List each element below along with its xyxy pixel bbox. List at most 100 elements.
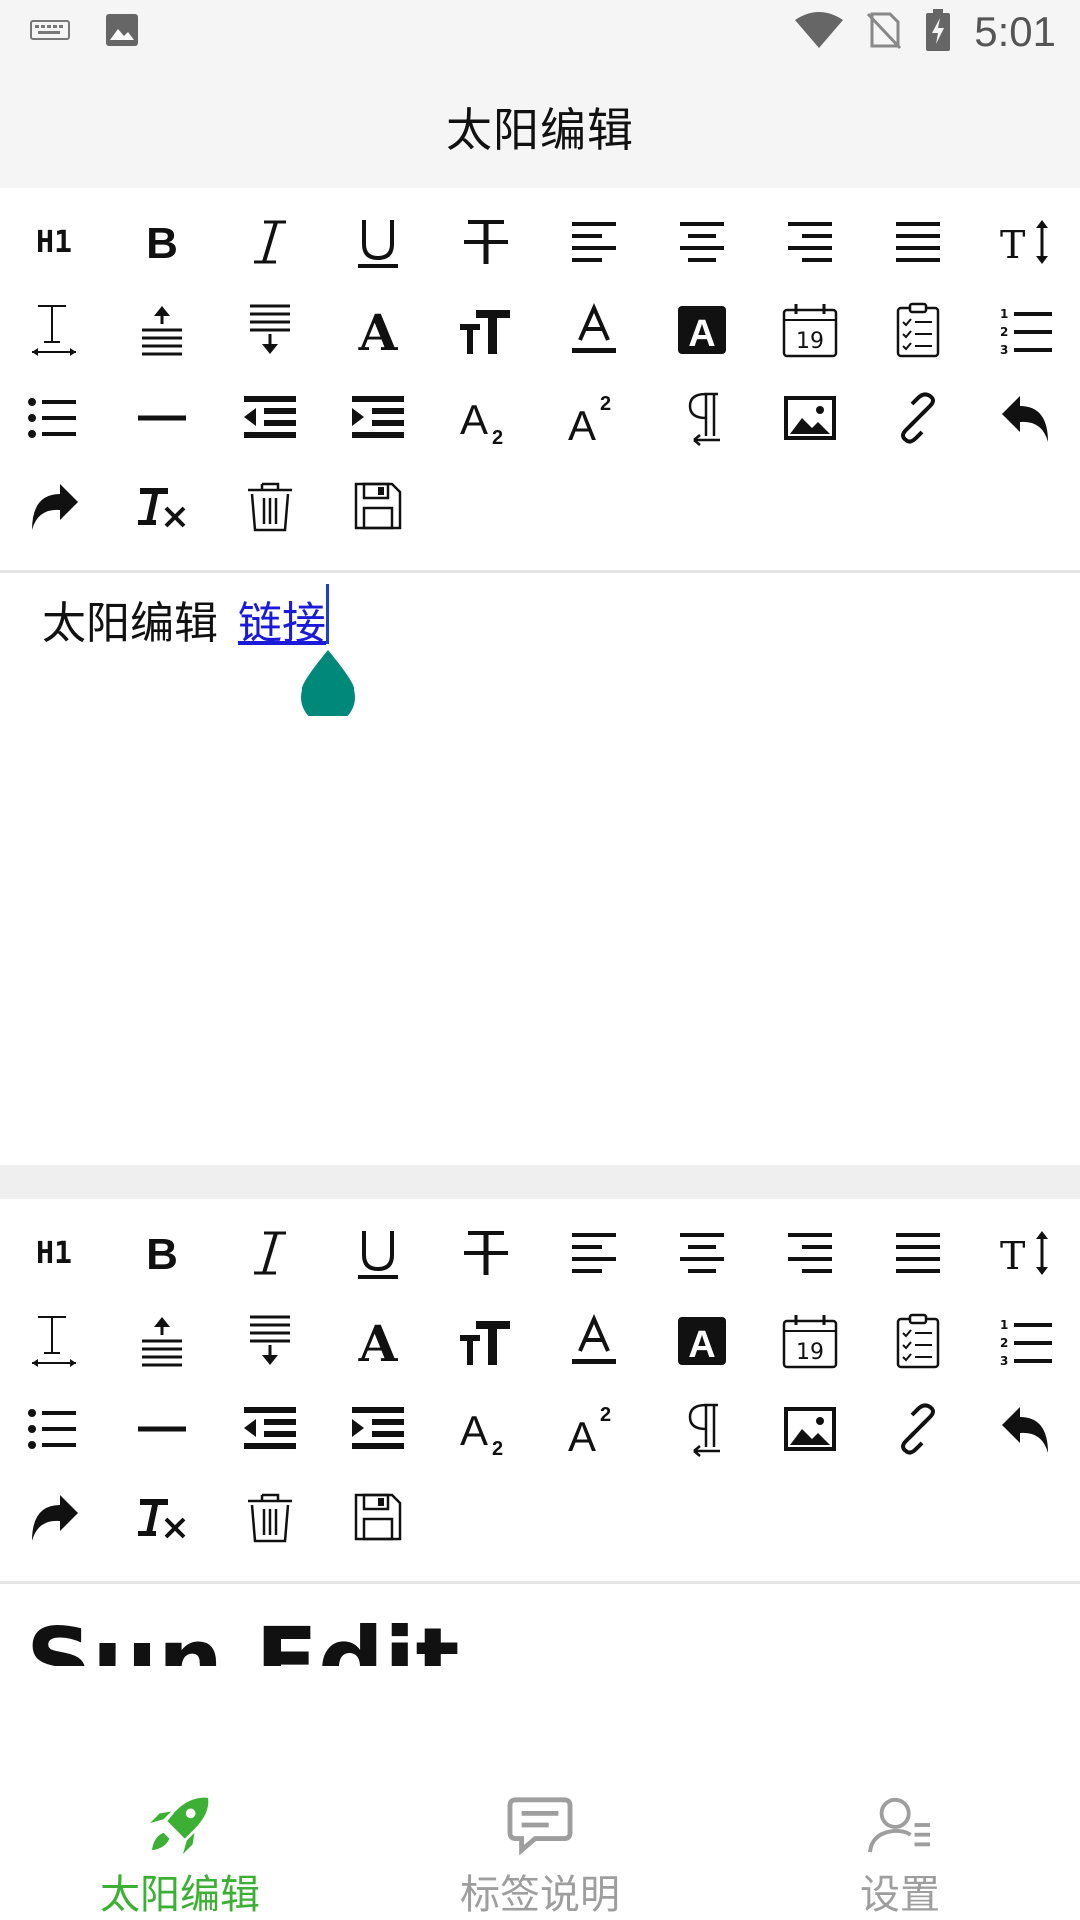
save-button[interactable] (338, 1477, 418, 1557)
h1-icon: H1 (36, 225, 72, 260)
indent-button[interactable] (338, 378, 418, 458)
superscript-button[interactable]: A2 (554, 378, 634, 458)
clear-format-button[interactable] (122, 1477, 202, 1557)
underline-button[interactable] (338, 1213, 418, 1293)
align-right-button[interactable] (770, 1213, 850, 1293)
calendar-button[interactable]: 19 (770, 1301, 850, 1381)
h1-icon: H1 (36, 1236, 72, 1271)
font-button[interactable]: A (338, 1301, 418, 1381)
redo-button[interactable] (14, 1477, 94, 1557)
line-spacing-down-icon (250, 1315, 290, 1365)
ordered-list-icon: 1 2 3 (1000, 1318, 1052, 1368)
text-width-button[interactable] (14, 1301, 94, 1381)
superscript-icon: A2 (568, 393, 611, 446)
text-width-button[interactable] (14, 290, 94, 370)
save-icon (354, 1493, 402, 1541)
italic-icon (254, 1231, 286, 1275)
nav-item-settings[interactable]: 设置 (720, 1770, 1080, 1920)
font-size-button[interactable] (446, 290, 526, 370)
svg-text:1: 1 (1000, 307, 1008, 321)
subscript-button[interactable]: A2 (446, 378, 526, 458)
insert-link-button[interactable] (878, 378, 958, 458)
clock: 5:01 (974, 8, 1056, 55)
line-spacing-up-button[interactable] (122, 290, 202, 370)
h1-button[interactable]: H1 (14, 202, 94, 282)
superscript-button[interactable]: A2 (554, 1389, 634, 1469)
redo-button[interactable] (14, 466, 94, 546)
underline-icon (358, 1231, 398, 1279)
nav-item-editor[interactable]: 太阳编辑 (0, 1770, 360, 1920)
calendar-icon: 19 (782, 304, 838, 358)
strikethrough-button[interactable] (446, 1213, 526, 1293)
bold-button[interactable]: B (122, 1213, 202, 1293)
bold-button[interactable]: B (122, 202, 202, 282)
text-color-button[interactable] (554, 290, 634, 370)
italic-button[interactable] (230, 1213, 310, 1293)
delete-button[interactable] (230, 466, 310, 546)
clipboard-checklist-icon (896, 1313, 940, 1369)
outdent-icon (244, 1407, 296, 1449)
clipboard-checklist-button[interactable] (878, 290, 958, 370)
align-center-button[interactable] (662, 202, 742, 282)
underline-button[interactable] (338, 202, 418, 282)
font-size-button[interactable] (446, 1301, 526, 1381)
paragraph-button[interactable] (662, 378, 742, 458)
line-spacing-up-button[interactable] (122, 1301, 202, 1381)
calendar-icon: 19 (782, 1315, 838, 1369)
preview-divider (0, 1581, 1080, 1584)
unordered-list-button[interactable] (14, 378, 94, 458)
unordered-list-button[interactable] (14, 1389, 94, 1469)
save-button[interactable] (338, 466, 418, 546)
insert-image-button[interactable] (770, 378, 850, 458)
strikethrough-button[interactable] (446, 202, 526, 282)
font-button[interactable]: A (338, 290, 418, 370)
text-color-button[interactable] (554, 1301, 634, 1381)
calendar-button[interactable]: 19 (770, 290, 850, 370)
subscript-button[interactable]: A2 (446, 1389, 526, 1469)
font-icon: A (358, 1314, 399, 1369)
align-justify-button[interactable] (878, 202, 958, 282)
italic-button[interactable] (230, 202, 310, 282)
undo-button[interactable] (986, 378, 1066, 458)
insert-link-button[interactable] (878, 1389, 958, 1469)
background-color-icon: A (678, 1317, 726, 1366)
editor-content[interactable]: 太阳编辑 链接 (42, 587, 326, 651)
text-height-button[interactable]: T (986, 202, 1066, 282)
ordered-list-button[interactable]: 1 2 3 (986, 1301, 1066, 1381)
text-height-button[interactable]: T (986, 1213, 1066, 1293)
bold-icon: B (146, 219, 178, 268)
undo-button[interactable] (986, 1389, 1066, 1469)
clipboard-checklist-icon (896, 302, 940, 358)
align-justify-button[interactable] (878, 1213, 958, 1293)
outdent-button[interactable] (230, 1389, 310, 1469)
indent-button[interactable] (338, 1389, 418, 1469)
editor-area[interactable]: 太阳编辑 链接 (0, 573, 1080, 1165)
battery-charging-icon (924, 8, 952, 56)
clear-format-button[interactable] (122, 466, 202, 546)
horizontal-rule-button[interactable] (122, 1389, 202, 1469)
h1-button[interactable]: H1 (14, 1213, 94, 1293)
svg-text:A: A (358, 1314, 399, 1369)
background-color-button[interactable]: A (662, 290, 742, 370)
delete-button[interactable] (230, 1477, 310, 1557)
align-center-button[interactable] (662, 1213, 742, 1293)
ordered-list-button[interactable]: 1 2 3 (986, 290, 1066, 370)
align-right-button[interactable] (770, 202, 850, 282)
link-icon (901, 1403, 935, 1455)
editor-link[interactable]: 链接 (238, 598, 326, 649)
align-left-button[interactable] (554, 1213, 634, 1293)
align-left-button[interactable] (554, 202, 634, 282)
line-spacing-down-button[interactable] (230, 290, 310, 370)
insert-image-button[interactable] (770, 1389, 850, 1469)
align-justify-icon (896, 222, 940, 262)
no-sim-icon (866, 10, 902, 54)
paragraph-button[interactable] (662, 1389, 742, 1469)
cursor-handle[interactable] (300, 650, 356, 716)
clipboard-checklist-button[interactable] (878, 1301, 958, 1381)
svg-text:3: 3 (1000, 1354, 1008, 1368)
outdent-button[interactable] (230, 378, 310, 458)
nav-item-tags[interactable]: 标签说明 (360, 1770, 720, 1920)
background-color-button[interactable]: A (662, 1301, 742, 1381)
horizontal-rule-button[interactable] (122, 378, 202, 458)
line-spacing-down-button[interactable] (230, 1301, 310, 1381)
